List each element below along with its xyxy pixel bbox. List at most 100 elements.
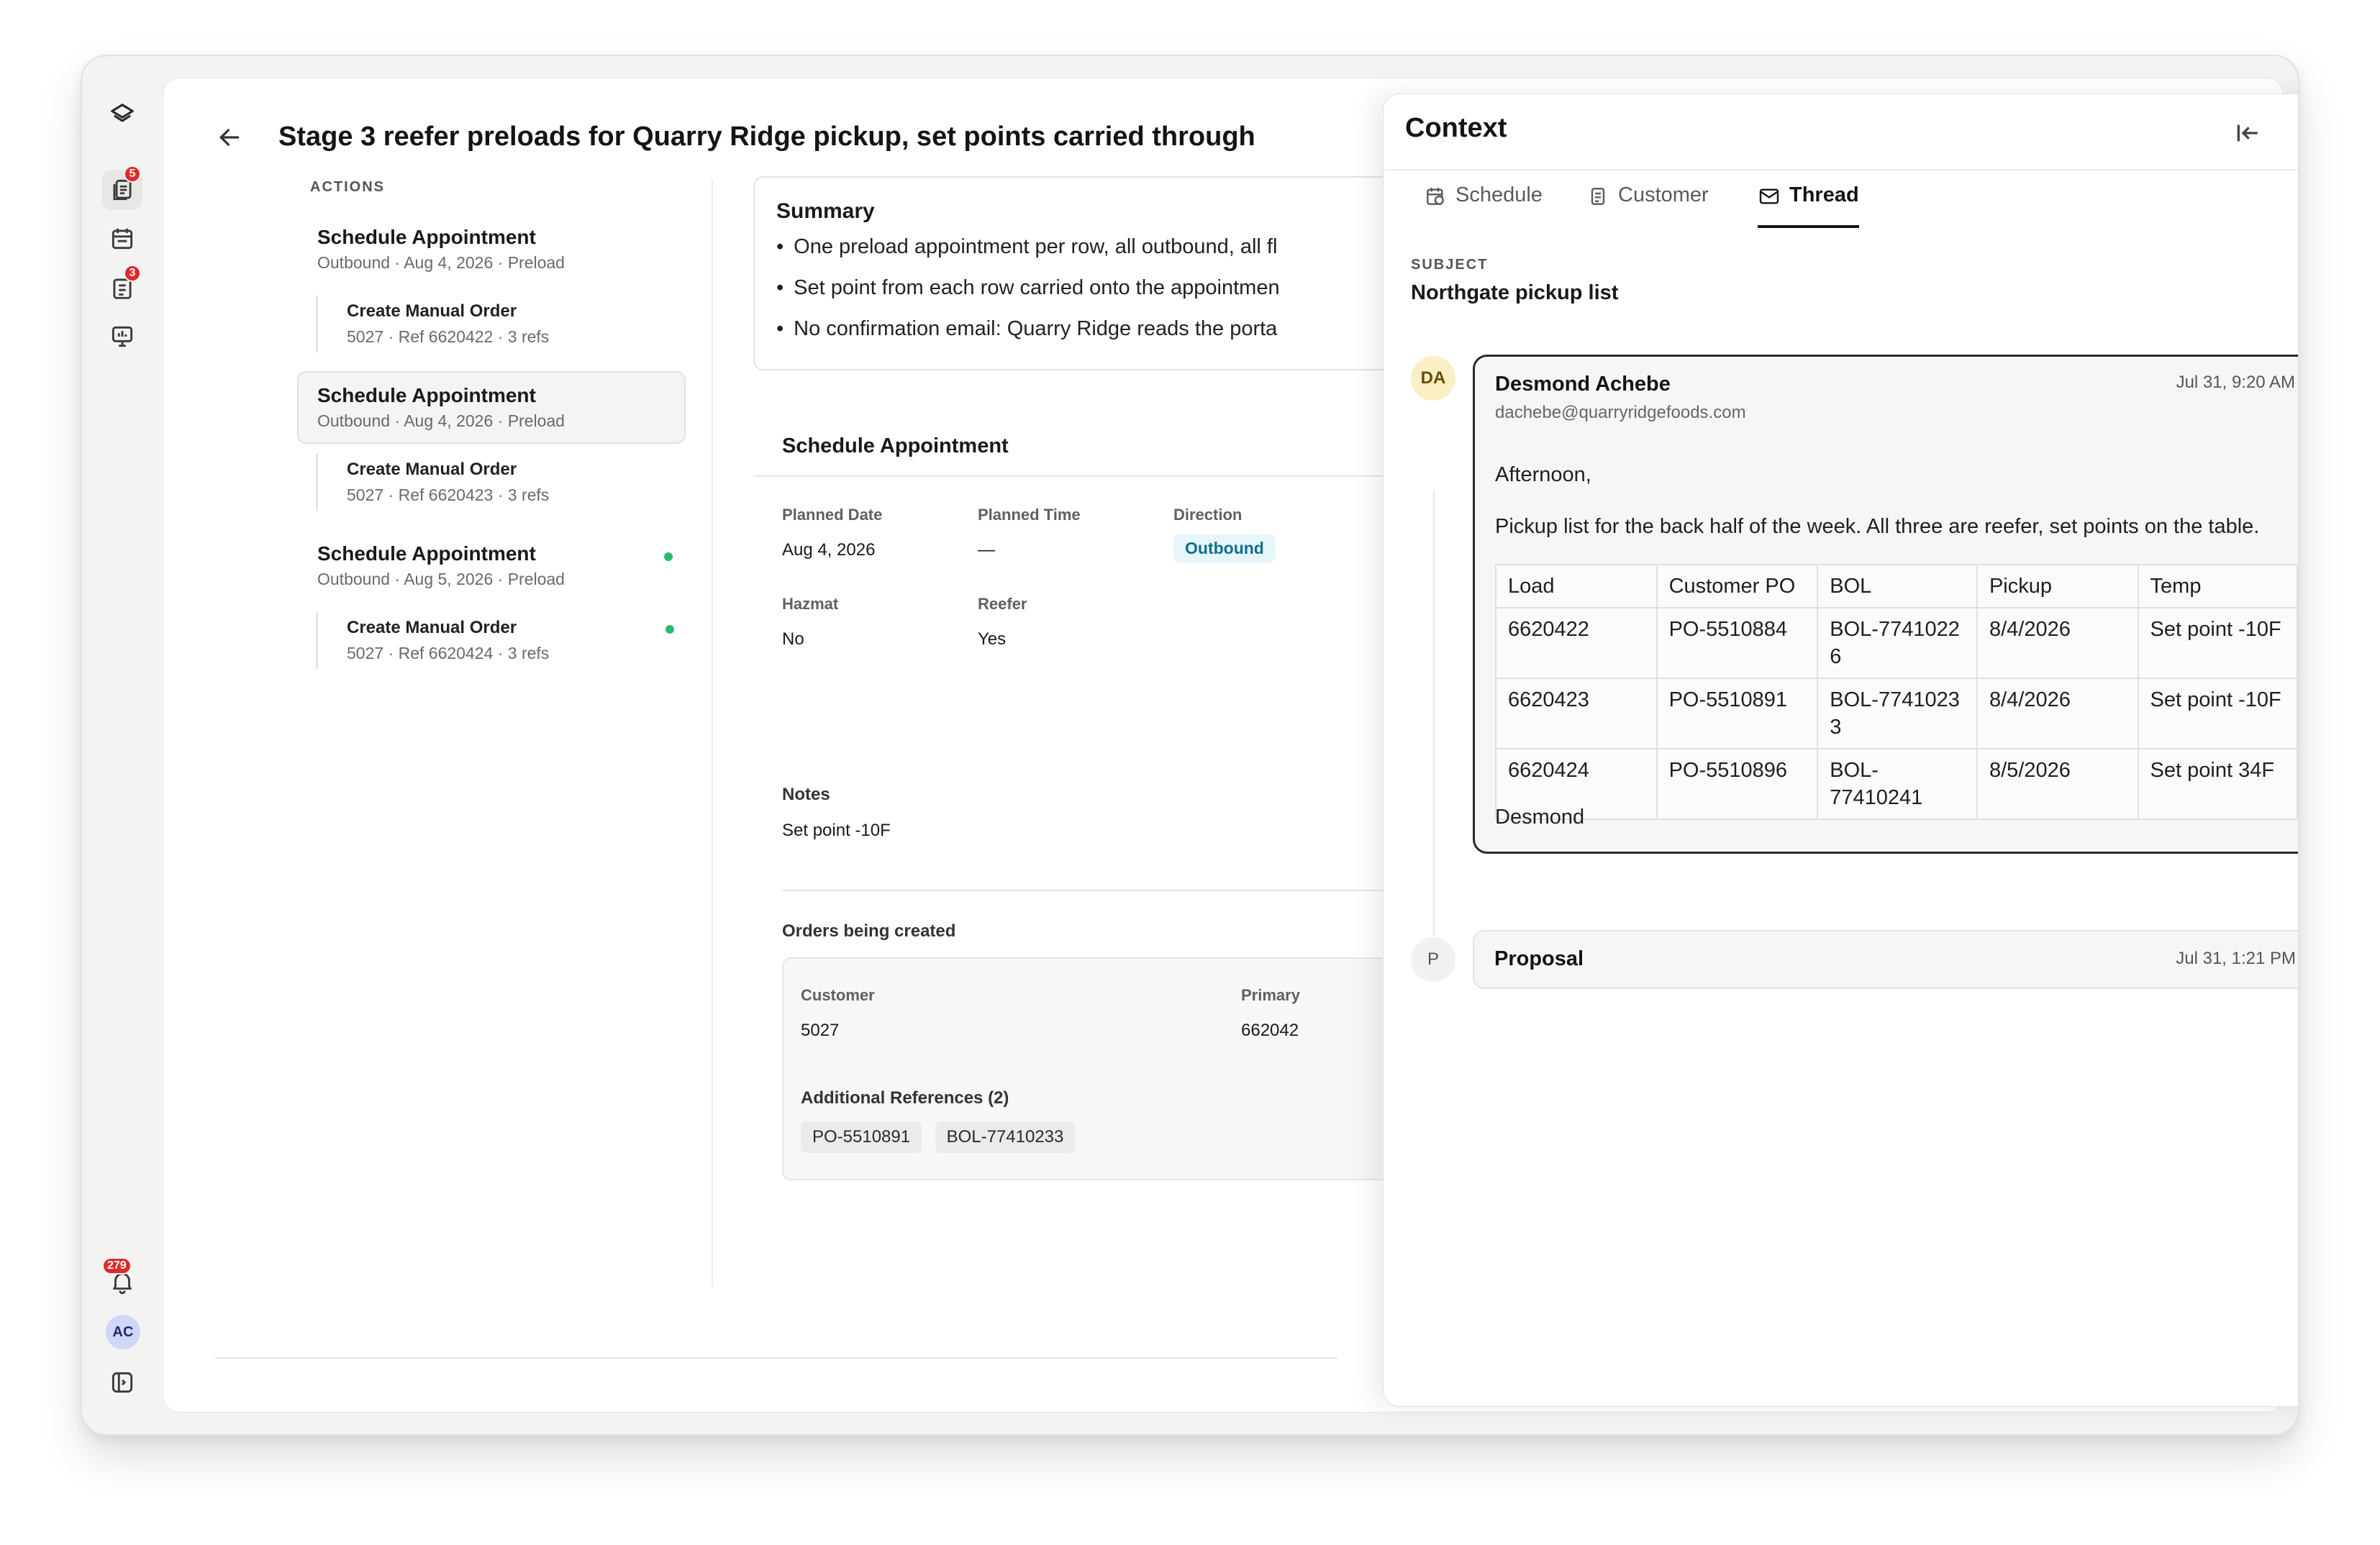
sub-action-subtitle: 5027 · Ref 6620424 · 3 refs [347, 644, 550, 662]
planned-date-field: Planned Date Aug 4, 2026 [782, 506, 882, 560]
table-cell: 6620422 [1495, 607, 1658, 679]
summary-bullet: Set point from each row carried onto the… [776, 276, 1421, 300]
context-tabs: Schedule Customer Thread [1384, 169, 2298, 228]
reports-nav-button[interactable] [102, 316, 142, 357]
message-signature: Desmond [1495, 806, 1585, 829]
field-label: Notes [782, 785, 830, 804]
message-date: Jul 31, 9:20 AM [2176, 373, 2295, 392]
table-cell: 8/4/2026 [1976, 607, 2139, 679]
thread-timeline [1433, 490, 1435, 936]
field-label: Hazmat [782, 595, 839, 613]
table-cell: 6620423 [1495, 678, 1658, 749]
message-email: dachebe@quarryridgefoods.com [1495, 403, 1746, 422]
action-subtitle: Outbound · Aug 5, 2026 · Preload [317, 570, 565, 588]
thread-message[interactable]: Desmond Achebe dachebe@quarryridgefoods.… [1473, 355, 2298, 854]
table-cell: 8/5/2026 [1976, 748, 2139, 820]
field-value: No [782, 629, 804, 649]
action-item[interactable]: Schedule Appointment Outbound · Aug 4, 2… [297, 213, 686, 286]
sub-action-subtitle: 5027 · Ref 6620422 · 3 refs [347, 327, 550, 346]
sub-action-title: Create Manual Order [347, 460, 517, 479]
footer-divider [215, 1357, 1337, 1359]
sub-action-item[interactable]: Create Manual Order 5027 · Ref 6620422 ·… [316, 296, 686, 352]
action-subtitle: Outbound · Aug 4, 2026 · Preload [317, 411, 565, 430]
message-body: Pickup list for the back half of the wee… [1495, 515, 2260, 538]
table-row: 6620424 PO-5510896 BOL-77410241 8/5/2026… [1495, 748, 2298, 820]
inbox-nav-button[interactable]: 5 [102, 165, 142, 210]
subject-value: Northgate pickup list [1411, 281, 1619, 304]
table-row: 6620422 PO-5510884 BOL-7741022 6 8/4/202… [1495, 607, 2298, 679]
action-item[interactable]: Schedule Appointment Outbound · Aug 5, 2… [297, 529, 686, 602]
table-cell: Set point -10F [2137, 607, 2298, 679]
section-divider [782, 890, 1444, 891]
direction-field: Direction Outbound [1173, 506, 1276, 562]
field-value: — [978, 540, 995, 560]
orders-label: Orders being created [782, 921, 956, 941]
field-label: Primary [1241, 986, 1300, 1004]
subject-label: SUBJECT [1411, 257, 1489, 273]
table-cell: BOL-7741022 6 [1817, 607, 1978, 679]
calendar-nav-button[interactable] [102, 219, 142, 259]
reference-chip: PO-5510891 [801, 1121, 922, 1153]
order-card: Customer 5027 Primary 662042 Additional … [782, 957, 1444, 1180]
orders-badge: 3 [124, 265, 141, 282]
close-panel-button[interactable] [2293, 119, 2298, 147]
collapse-panel-button[interactable] [2233, 119, 2261, 147]
planned-time-field: Planned Time — [978, 506, 1081, 560]
field-label: Customer [801, 986, 875, 1004]
field-value: 5027 [801, 1021, 840, 1040]
page-title: Stage 3 reefer preloads for Quarry Ridge… [278, 122, 1255, 152]
user-avatar[interactable]: AC [106, 1315, 140, 1349]
table-cell: Set point -10F [2137, 678, 2298, 749]
sidebar-toggle-icon [112, 1372, 133, 1393]
reference-chip: BOL-77410233 [935, 1121, 1076, 1153]
message-sender: Desmond Achebe [1495, 373, 1671, 396]
proposal-avatar: P [1411, 937, 1455, 982]
table-cell: PO-5510896 [1655, 748, 1819, 820]
table-cell: PO-5510891 [1655, 678, 1819, 749]
direction-badge: Outbound [1173, 534, 1276, 562]
logo-icon[interactable] [102, 95, 142, 135]
app-window: 5 3 279 AC Stage 3 reefer preloads for Q… [81, 55, 2299, 1436]
expand-sidebar-button[interactable] [102, 1362, 142, 1403]
tab-label: Thread [1789, 183, 1859, 206]
column-header: Pickup [1976, 564, 2139, 609]
orders-nav-button[interactable]: 3 [102, 265, 142, 308]
table-cell: BOL-77410241 [1817, 748, 1978, 820]
proposal-date: Jul 31, 1:21 PM [2176, 949, 2296, 968]
appointment-detail: Schedule Appointment Planned Date Aug 4,… [753, 416, 1444, 1180]
notes-field: Notes Set point -10F [782, 785, 891, 841]
sender-avatar: DA [1411, 356, 1455, 401]
tab-schedule[interactable]: Schedule [1424, 183, 1543, 228]
notifications-button[interactable]: 279 [102, 1257, 142, 1302]
hazmat-field: Hazmat No [782, 595, 838, 650]
sub-action-item[interactable]: Create Manual Order 5027 · Ref 6620424 ·… [316, 612, 686, 669]
action-item[interactable]: Schedule Appointment Outbound · Aug 4, 2… [297, 371, 686, 444]
summary-card: Summary One preload appointment per row,… [753, 176, 1444, 370]
field-value: Set point -10F [782, 821, 891, 840]
column-divider [712, 179, 713, 1287]
context-title: Context [1405, 113, 1507, 143]
status-dot [666, 625, 674, 634]
document-icon [1591, 188, 1605, 205]
field-label: Planned Time [978, 506, 1081, 524]
proposal-item[interactable]: Proposal Jul 31, 1:21 PM [1473, 930, 2298, 989]
tab-label: Schedule [1455, 183, 1543, 206]
notifications-badge: 279 [102, 1257, 132, 1275]
column-header: BOL [1817, 564, 1978, 609]
field-value: 662042 [1241, 1021, 1299, 1040]
table-row: 6620423 PO-5510891 BOL-7741023 3 8/4/202… [1495, 678, 2298, 749]
inbox-badge: 5 [124, 165, 141, 183]
arrow-left-icon [219, 129, 240, 146]
detail-heading: Schedule Appointment [753, 416, 1444, 477]
sub-action-item[interactable]: Create Manual Order 5027 · Ref 6620423 ·… [316, 454, 686, 511]
table-cell: BOL-7741023 3 [1817, 678, 1978, 749]
calendar-icon [112, 228, 133, 250]
action-subtitle: Outbound · Aug 4, 2026 · Preload [317, 253, 565, 272]
summary-bullet: No confirmation email: Quarry Ridge read… [776, 317, 1421, 341]
tab-thread[interactable]: Thread [1758, 183, 1859, 228]
back-button[interactable] [215, 123, 244, 152]
tab-customer[interactable]: Customer [1586, 183, 1709, 228]
additional-references: Additional References (2) PO-5510891 BOL… [801, 1088, 1085, 1153]
presentation-icon [112, 326, 133, 347]
field-value: Yes [978, 629, 1007, 649]
